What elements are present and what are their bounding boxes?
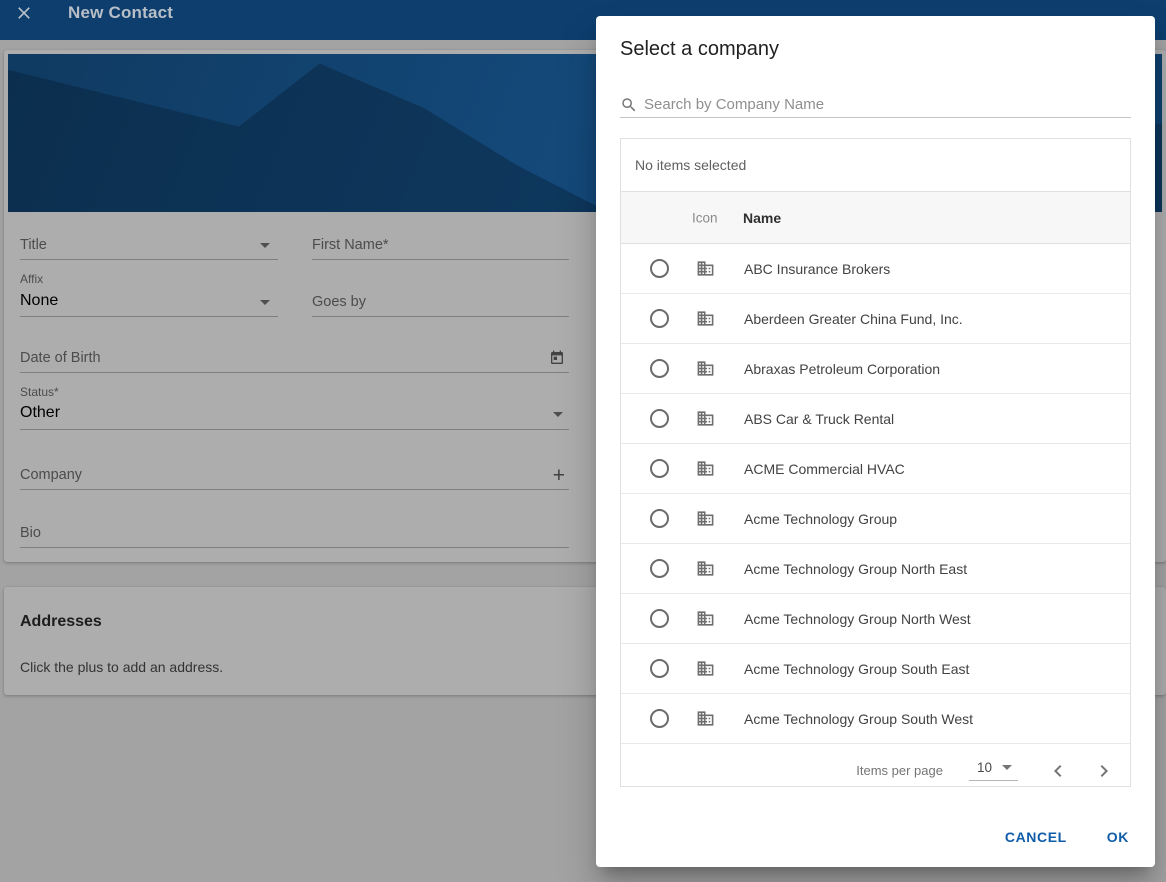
- search-icon: [620, 96, 638, 114]
- company-table-body: ABC Insurance Brokers Aberdeen Greater C…: [621, 244, 1130, 744]
- status-value: Other: [20, 404, 60, 422]
- radio-button[interactable]: [650, 459, 669, 478]
- company-field[interactable]: Company +: [20, 462, 569, 490]
- radio-button[interactable]: [650, 509, 669, 528]
- company-name: Acme Technology Group South East: [744, 661, 969, 677]
- page-title: New Contact: [68, 3, 173, 23]
- building-icon: [696, 359, 715, 378]
- building-icon: [696, 259, 715, 278]
- title-label: Title: [20, 237, 47, 253]
- company-name: ABS Car & Truck Rental: [744, 411, 894, 427]
- bio-label: Bio: [20, 525, 41, 541]
- page-size-select[interactable]: 10: [969, 760, 1018, 781]
- previous-page-icon[interactable]: [1046, 759, 1070, 783]
- select-company-dialog: Select a company No items selected Icon …: [596, 16, 1155, 867]
- table-row[interactable]: Abraxas Petroleum Corporation: [621, 344, 1130, 394]
- next-page-icon[interactable]: [1092, 759, 1116, 783]
- radio-button[interactable]: [650, 309, 669, 328]
- table-header: Icon Name: [621, 192, 1130, 244]
- building-icon: [696, 409, 715, 428]
- radio-button[interactable]: [650, 609, 669, 628]
- ok-button[interactable]: OK: [1105, 825, 1131, 849]
- cancel-button[interactable]: CANCEL: [1003, 825, 1069, 849]
- status-label: Status*: [20, 385, 59, 399]
- addresses-title: Addresses: [20, 613, 102, 631]
- table-row[interactable]: Aberdeen Greater China Fund, Inc.: [621, 294, 1130, 344]
- chevron-down-icon: [553, 412, 563, 417]
- goes-by-label: Goes by: [312, 294, 366, 310]
- radio-button[interactable]: [650, 359, 669, 378]
- affix-select[interactable]: Affix None: [20, 270, 278, 317]
- building-icon: [696, 609, 715, 628]
- affix-value: None: [20, 292, 58, 310]
- radio-button[interactable]: [650, 259, 669, 278]
- first-name-field[interactable]: First Name*: [312, 232, 569, 260]
- dialog-title: Select a company: [620, 38, 779, 61]
- table-row[interactable]: Acme Technology Group North West: [621, 594, 1130, 644]
- chevron-down-icon: [1002, 765, 1012, 770]
- date-of-birth-label: Date of Birth: [20, 350, 101, 366]
- page-size-value: 10: [977, 760, 992, 775]
- date-of-birth-field[interactable]: Date of Birth: [20, 345, 569, 373]
- table-row[interactable]: ABS Car & Truck Rental: [621, 394, 1130, 444]
- calendar-icon[interactable]: [549, 350, 565, 366]
- company-search[interactable]: [620, 92, 1131, 118]
- company-name: Aberdeen Greater China Fund, Inc.: [744, 311, 963, 327]
- building-icon: [696, 459, 715, 478]
- company-name: ACME Commercial HVAC: [744, 461, 905, 477]
- status-select[interactable]: Status* Other: [20, 381, 569, 430]
- goes-by-field[interactable]: Goes by: [312, 289, 569, 317]
- company-name: Acme Technology Group North East: [744, 561, 967, 577]
- chevron-down-icon: [260, 300, 270, 305]
- radio-button[interactable]: [650, 659, 669, 678]
- building-icon: [696, 659, 715, 678]
- search-input[interactable]: [644, 96, 1131, 113]
- close-icon[interactable]: [14, 3, 34, 23]
- addresses-hint: Click the plus to add an address.: [20, 659, 223, 675]
- table-row[interactable]: Acme Technology Group South East: [621, 644, 1130, 694]
- add-company-icon[interactable]: +: [553, 469, 565, 483]
- company-name: ABC Insurance Brokers: [744, 261, 890, 277]
- company-name: Acme Technology Group: [744, 511, 897, 527]
- building-icon: [696, 309, 715, 328]
- chevron-down-icon: [260, 243, 270, 248]
- company-list-container: No items selected Icon Name ABC Insuranc…: [620, 138, 1131, 787]
- company-label: Company: [20, 467, 82, 483]
- paginator: Items per page 10: [621, 744, 1130, 797]
- table-row[interactable]: ACME Commercial HVAC: [621, 444, 1130, 494]
- company-name: Abraxas Petroleum Corporation: [744, 361, 940, 377]
- dialog-actions: CANCEL OK: [1003, 825, 1131, 849]
- building-icon: [696, 559, 715, 578]
- table-row[interactable]: ABC Insurance Brokers: [621, 244, 1130, 294]
- table-row[interactable]: Acme Technology Group South West: [621, 694, 1130, 744]
- building-icon: [696, 709, 715, 728]
- table-row[interactable]: Acme Technology Group: [621, 494, 1130, 544]
- company-name: Acme Technology Group North West: [744, 611, 971, 627]
- selection-status: No items selected: [621, 139, 1130, 192]
- affix-label: Affix: [20, 272, 43, 286]
- company-name: Acme Technology Group South West: [744, 711, 973, 727]
- name-column-header: Name: [743, 210, 781, 226]
- radio-button[interactable]: [650, 559, 669, 578]
- building-icon: [696, 509, 715, 528]
- first-name-label: First Name*: [312, 237, 389, 253]
- title-select[interactable]: Title: [20, 232, 278, 260]
- bio-field[interactable]: Bio: [20, 520, 569, 548]
- icon-column-header: Icon: [692, 210, 718, 225]
- radio-button[interactable]: [650, 409, 669, 428]
- radio-button[interactable]: [650, 709, 669, 728]
- table-row[interactable]: Acme Technology Group North East: [621, 544, 1130, 594]
- items-per-page-label: Items per page: [856, 763, 943, 778]
